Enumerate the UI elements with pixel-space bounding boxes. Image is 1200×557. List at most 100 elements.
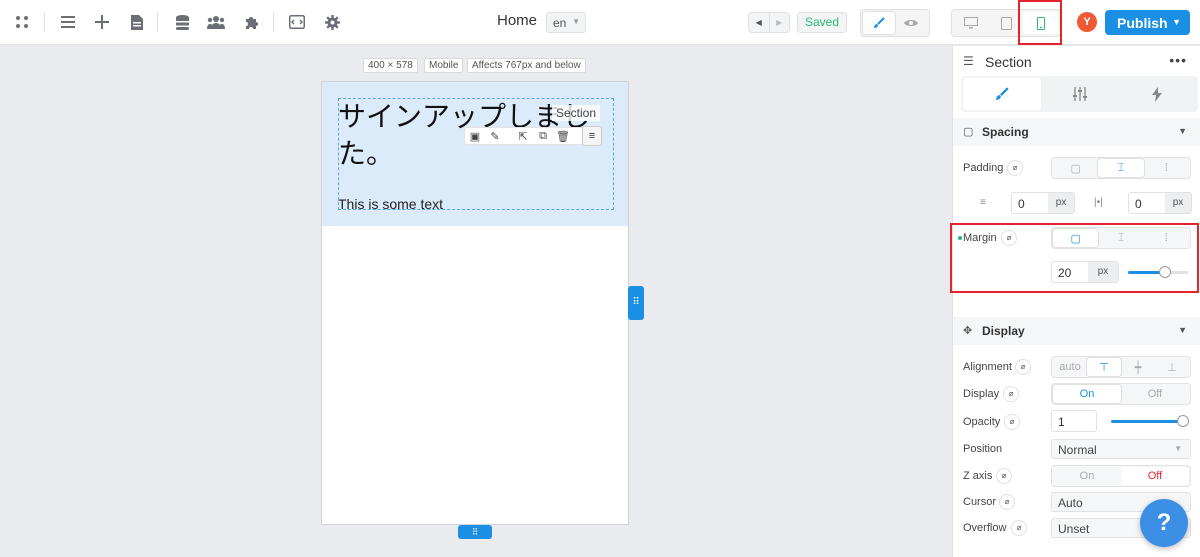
align-top-icon[interactable]: ⊤ (1087, 358, 1121, 376)
page-title: Home (497, 12, 538, 29)
breakpoint-label: Affects 767px and below (467, 58, 586, 73)
padding-mode-toggle: ▢ ⌶ ⁞ (1051, 157, 1191, 179)
panel-tabs (961, 76, 1198, 112)
position-label: Position (963, 443, 1003, 455)
padding-individual-icon[interactable]: ⁞ (1144, 159, 1189, 177)
panel-title: Section (985, 54, 1032, 70)
brush-icon[interactable] (863, 12, 895, 34)
publish-label: Publish (1117, 15, 1168, 31)
saved-status: Saved (797, 12, 847, 33)
align-bottom-icon[interactable]: ⊥ (1155, 358, 1189, 376)
puzzle-icon[interactable] (242, 12, 262, 32)
mobile-highlight-annotation (1018, 0, 1062, 45)
plus-icon[interactable] (92, 12, 112, 32)
alignment-label: Alignment (963, 361, 1012, 373)
toolbar-divider (44, 12, 45, 32)
padding-vertical-unit[interactable]: px (1048, 193, 1074, 213)
desktop-icon[interactable] (954, 12, 989, 34)
alignment-auto[interactable]: auto (1053, 358, 1087, 376)
publish-button[interactable]: Publish ▼ (1105, 10, 1190, 35)
display-on-option[interactable]: On (1053, 385, 1121, 403)
unlink-icon[interactable]: ⌀ (1003, 386, 1019, 402)
avatar[interactable]: Y (1077, 12, 1097, 32)
code-icon[interactable] (287, 12, 307, 32)
unlink-icon[interactable]: ⌀ (1004, 414, 1020, 430)
eye-icon[interactable] (895, 12, 927, 34)
opacity-label: Opacity (963, 416, 1001, 428)
mobile-preview-frame: サインアップしました。 This is some text Section ▣ … (321, 81, 629, 525)
padding-horizontal-unit[interactable]: px (1165, 193, 1191, 213)
margin-highlight-annotation (950, 223, 1199, 293)
tab-settings-sliders-icon[interactable] (1041, 78, 1119, 110)
display-section-header[interactable]: ✥ Display ▼ (953, 317, 1200, 345)
image-icon[interactable]: ▣ (465, 130, 485, 143)
style-panel: ☰ Section ••• ▢ Spacing ▼ Padding ⌀ ▢ ⌶ … (950, 46, 1200, 557)
overflow-value: Unset (1058, 522, 1090, 536)
database-icon[interactable] (172, 12, 192, 32)
move-arrows-icon: ✥ (963, 325, 973, 337)
grid-icon[interactable] (12, 12, 32, 32)
toolbar-divider (157, 12, 158, 32)
display-label: Display (963, 388, 1000, 400)
resize-handle-right-icon[interactable]: ⠿ (628, 286, 644, 320)
unlink-icon[interactable]: ⌀ (999, 494, 1015, 510)
undo-redo-group: ◀ ▶ (748, 12, 790, 33)
padding-vertical-input[interactable]: 0 px (1011, 192, 1075, 214)
chevron-down-icon: ▼ (1174, 444, 1182, 453)
zaxis-label: Z axis (963, 470, 993, 482)
padding-vertical-icon[interactable]: ⌶ (1098, 159, 1144, 177)
unlink-icon[interactable]: ⌀ (996, 468, 1012, 484)
page-icon[interactable] (127, 12, 147, 32)
tab-style-brush-icon[interactable] (963, 78, 1041, 110)
padding-all-icon[interactable]: ▢ (1053, 159, 1098, 177)
spacing-label: Spacing (982, 125, 1029, 139)
position-select[interactable]: Normal ▼ (1051, 439, 1191, 459)
padding-label: Padding (963, 162, 1004, 174)
zaxis-off-option[interactable]: Off (1121, 467, 1189, 485)
opacity-slider[interactable] (1111, 415, 1189, 427)
chevron-down-icon: ▼ (1172, 17, 1181, 27)
cursor-label: Cursor (963, 496, 997, 508)
tab-interactions-bolt-icon[interactable] (1118, 78, 1196, 110)
overflow-label: Overflow (963, 522, 1007, 534)
alignment-toggle: auto ⊤ ┿ ⊥ (1051, 356, 1191, 378)
list-icon[interactable] (58, 12, 78, 32)
opacity-value: 1 (1058, 415, 1065, 429)
language-select[interactable]: en ▼ (546, 12, 586, 33)
zaxis-on-option[interactable]: On (1053, 467, 1121, 485)
unlink-icon[interactable]: ⌀ (1015, 359, 1031, 375)
resize-handle-bottom-icon[interactable]: ⠿ (458, 525, 492, 539)
section-badge: Section (552, 105, 601, 121)
chevron-down-icon: ▼ (1178, 325, 1187, 335)
display-section-label: Display (982, 324, 1025, 338)
more-options-icon[interactable]: ••• (1169, 52, 1187, 68)
toolbar-divider (273, 12, 274, 32)
redo-icon[interactable]: ▶ (768, 13, 790, 32)
align-middle-icon[interactable]: ┿ (1121, 358, 1155, 376)
padding-horizontal-value: 0 (1135, 197, 1142, 211)
unlink-icon[interactable]: ⌀ (1007, 160, 1023, 176)
users-icon[interactable] (206, 12, 226, 32)
gear-icon[interactable] (322, 12, 342, 32)
unlink-icon[interactable]: ⌀ (1011, 520, 1027, 536)
canvas-size-label: 400 × 578 (363, 58, 418, 73)
language-value: en (553, 16, 567, 30)
padding-vertical-value: 0 (1018, 197, 1025, 211)
duplicate-icon[interactable]: ⧉ (533, 130, 553, 143)
help-button[interactable]: ? (1140, 499, 1188, 547)
opacity-input[interactable]: 1 (1051, 410, 1097, 432)
top-toolbar: Home en ▼ ◀ ▶ Saved Y Publish ▼ (0, 0, 1200, 45)
section-menu-icon[interactable]: ≡ (582, 126, 602, 146)
move-icon[interactable]: ⇱ (513, 130, 533, 143)
display-off-option[interactable]: Off (1121, 385, 1189, 403)
padding-horizontal-input[interactable]: 0 px (1128, 192, 1192, 214)
opacity-slider-knob[interactable] (1177, 415, 1189, 427)
position-value: Normal (1058, 443, 1097, 457)
section-block[interactable]: サインアップしました。 This is some text Section ▣ … (322, 82, 628, 226)
mode-toggle (860, 9, 930, 37)
pencil-icon[interactable]: ✎ (485, 130, 505, 143)
undo-icon[interactable]: ◀ (749, 13, 769, 32)
spacing-section-header[interactable]: ▢ Spacing ▼ (953, 118, 1200, 146)
chevron-down-icon: ▼ (572, 17, 580, 26)
trash-icon[interactable]: 🗑 (553, 130, 573, 143)
